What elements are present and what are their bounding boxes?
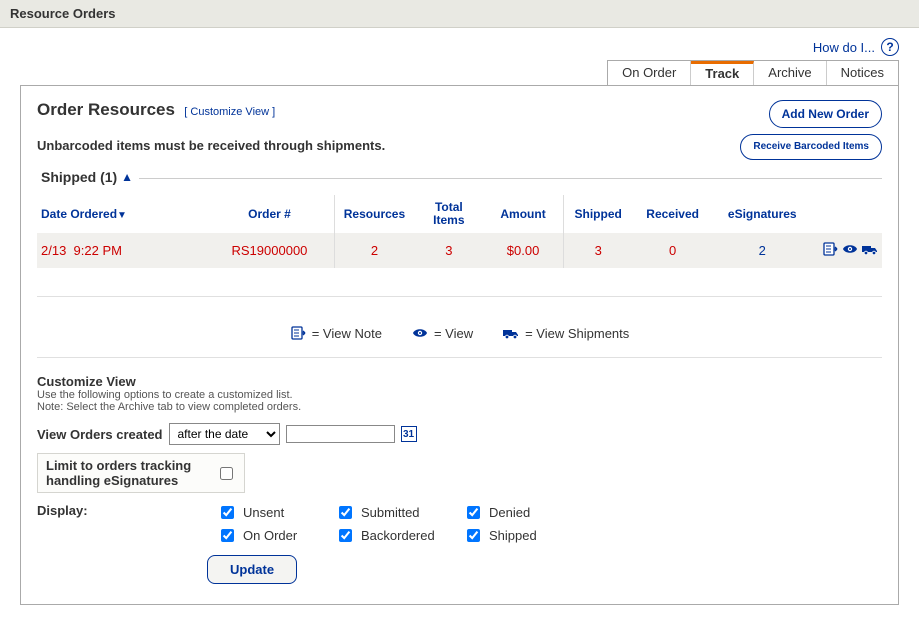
page-header-title: Resource Orders (10, 6, 116, 21)
shipped-section-label: Shipped (1) (41, 169, 117, 185)
cell-esignatures[interactable]: 2 (712, 233, 812, 268)
cell-total-items: 3 (414, 233, 483, 268)
date-input[interactable] (286, 425, 395, 443)
legend-view: = View (434, 326, 473, 341)
col-total-items[interactable]: TotalItems (414, 195, 483, 233)
cell-actions (812, 233, 882, 268)
eye-icon (412, 325, 428, 341)
cell-resources: 2 (334, 233, 414, 268)
col-esignatures[interactable]: eSignatures (712, 195, 812, 233)
truck-icon (503, 325, 519, 341)
col-amount[interactable]: Amount (484, 195, 564, 233)
legend-view-shipments: = View Shipments (525, 326, 629, 341)
main-panel: Order Resources [ Customize View ] Unbar… (20, 85, 899, 605)
chk-backordered[interactable] (339, 529, 352, 542)
sort-desc-icon: ▼ (117, 210, 127, 221)
warning-text: Unbarcoded items must be received throug… (37, 138, 385, 153)
chk-unsent[interactable] (221, 506, 234, 519)
page-header: Resource Orders (0, 0, 919, 28)
tab-notices[interactable]: Notices (827, 61, 898, 85)
col-order-num[interactable]: Order # (205, 195, 334, 233)
cell-date[interactable]: 2/13 9:22 PM (37, 233, 205, 268)
tabbar: On Order Track Archive Notices (607, 60, 899, 85)
update-button[interactable]: Update (207, 555, 297, 584)
chk-denied[interactable] (467, 506, 480, 519)
eye-icon[interactable] (842, 241, 858, 257)
col-actions (812, 195, 882, 233)
view-orders-created-label: View Orders created (37, 427, 163, 442)
cell-received: 0 (633, 233, 713, 268)
limit-esignatures-label: Limit to orders tracking handling eSigna… (46, 458, 206, 488)
help-icon[interactable]: ? (881, 38, 899, 56)
shipped-section-header[interactable]: Shipped (1) ▲ (37, 169, 139, 185)
tab-archive[interactable]: Archive (754, 61, 826, 85)
chk-on-order[interactable] (221, 529, 234, 542)
limit-esignatures-checkbox[interactable] (220, 467, 233, 480)
note-icon (290, 325, 306, 341)
help-link[interactable]: How do I... (813, 40, 875, 55)
col-received[interactable]: Received (633, 195, 713, 233)
page-title: Order Resources (37, 100, 175, 119)
chk-submitted[interactable] (339, 506, 352, 519)
calendar-icon[interactable]: 31 (401, 426, 417, 442)
shipped-table: Date Ordered▼ Order # Resources TotalIte… (37, 195, 882, 268)
col-date-ordered[interactable]: Date Ordered▼ (37, 195, 205, 233)
truck-icon[interactable] (862, 241, 878, 257)
chk-shipped[interactable] (467, 529, 480, 542)
note-icon[interactable] (822, 241, 838, 257)
col-resources[interactable]: Resources (334, 195, 414, 233)
add-new-order-button[interactable]: Add New Order (769, 100, 882, 128)
cell-order-num[interactable]: RS19000000 (205, 233, 334, 268)
table-header-row: Date Ordered▼ Order # Resources TotalIte… (37, 195, 882, 233)
legend-view-note: = View Note (312, 326, 382, 341)
customize-view-link[interactable]: [ Customize View ] (184, 106, 275, 118)
display-label: Display: (37, 503, 187, 518)
customize-note-2: Note: Select the Archive tab to view com… (37, 401, 882, 413)
customize-view-title: Customize View (37, 374, 882, 389)
cell-amount: $0.00 (484, 233, 564, 268)
receive-barcoded-items-button[interactable]: Receive Barcoded Items (740, 134, 882, 160)
cell-shipped: 3 (563, 233, 633, 268)
col-shipped[interactable]: Shipped (563, 195, 633, 233)
collapse-triangle-icon: ▲ (121, 170, 133, 184)
legend: = View Note = View = View Shipments (37, 325, 882, 341)
tab-track[interactable]: Track (691, 61, 754, 85)
customize-note-1: Use the following options to create a cu… (37, 389, 882, 401)
tab-on-order[interactable]: On Order (608, 61, 691, 85)
date-mode-select[interactable]: after the date before the date on the da… (169, 423, 280, 445)
table-row: 2/13 9:22 PM RS19000000 2 3 $0.00 3 0 2 (37, 233, 882, 268)
